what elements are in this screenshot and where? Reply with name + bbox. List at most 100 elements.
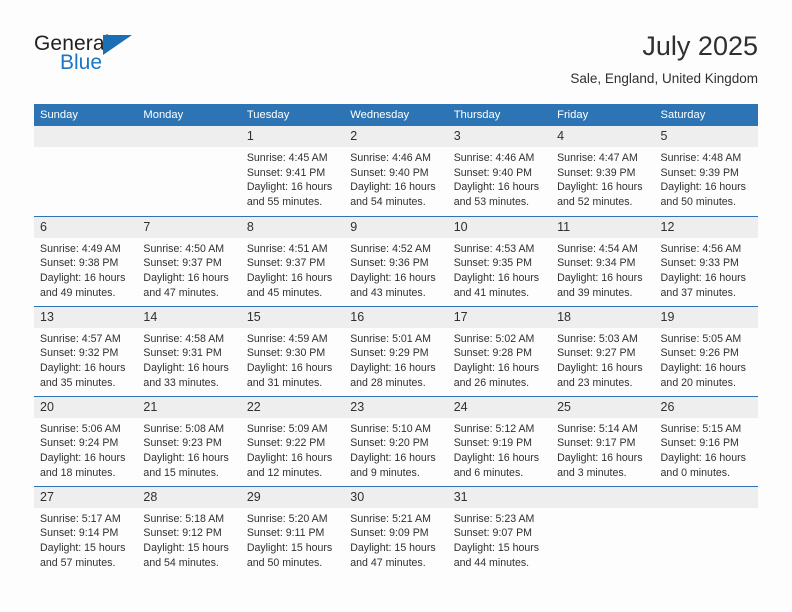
calendar-day-cell[interactable]: 5 Sunrise: 4:48 AM Sunset: 9:39 PM Daylight…: [654, 126, 758, 216]
daylight-text-line1: Daylight: 16 hours: [350, 361, 436, 374]
sunrise-text: Sunrise: 4:49 AM: [40, 242, 121, 255]
calendar-day-cell[interactable]: 30 Sunrise: 5:21 AM Sunset: 9:09 PM Dayligh…: [344, 485, 448, 576]
weekday-header-thursday: Thursday: [447, 104, 552, 126]
calendar-day-cell[interactable]: 12 Sunrise: 4:56 AM Sunset: 9:33 PM Dayligh…: [654, 215, 758, 306]
calendar-day-cell[interactable]: 3 Sunrise: 4:46 AM Sunset: 9:40 PM Daylight…: [447, 126, 552, 216]
day-details: [551, 508, 654, 512]
calendar-day-cell[interactable]: 1 Sunrise: 4:45 AM Sunset: 9:41 PM Daylight…: [240, 126, 345, 216]
daylight-text-line1: Daylight: 16 hours: [350, 181, 436, 194]
calendar-day-cell[interactable]: 4 Sunrise: 4:47 AM Sunset: 9:39 PM Daylight…: [551, 126, 655, 216]
daylight-text-line2: and 35 minutes.: [40, 376, 116, 389]
day-details: Sunrise: 5:15 AM Sunset: 9:16 PM Daylight:…: [655, 418, 758, 481]
sunset-text: Sunset: 9:16 PM: [660, 437, 739, 450]
daylight-text-line2: and 6 minutes.: [453, 466, 524, 479]
weekday-header-sunday: Sunday: [34, 104, 138, 126]
calendar-day-cell[interactable]: 9 Sunrise: 4:52 AM Sunset: 9:36 PM Daylight…: [344, 215, 448, 306]
daylight-text-line2: and 43 minutes.: [350, 286, 426, 299]
daylight-text-line2: and 45 minutes.: [246, 286, 323, 299]
sunrise-text: Sunrise: 4:48 AM: [660, 152, 742, 164]
sunrise-text: Sunrise: 5:08 AM: [143, 422, 225, 435]
calendar-day-cell[interactable]: 7 Sunrise: 4:50 AM Sunset: 9:37 PM Daylight…: [137, 215, 241, 306]
day-number: 1: [240, 126, 345, 147]
daylight-text-line1: Daylight: 16 hours: [557, 361, 643, 374]
weekday-header-friday: Friday: [551, 104, 655, 126]
daylight-text-line1: Daylight: 16 hours: [350, 271, 436, 284]
sunset-text: Sunset: 9:19 PM: [453, 437, 533, 450]
general-blue-logo[interactable]: General Blue: [34, 32, 254, 90]
calendar-day-cell[interactable]: 14 Sunrise: 4:58 AM Sunset: 9:31 PM Dayligh…: [137, 305, 241, 396]
calendar-day-cell[interactable]: 17 Sunrise: 5:02 AM Sunset: 9:28 PM Dayligh…: [447, 305, 552, 396]
day-number: 15: [240, 306, 345, 328]
day-details: Sunrise: 4:58 AM Sunset: 9:31 PM Daylight:…: [137, 328, 240, 391]
calendar-day-cell[interactable]: 20 Sunrise: 5:06 AM Sunset: 9:24 PM Dayligh…: [34, 395, 138, 486]
sunrise-text: Sunrise: 5:23 AM: [453, 512, 535, 525]
sunrise-text: Sunrise: 5:01 AM: [350, 332, 431, 345]
daylight-text-line2: and 12 minutes.: [246, 466, 323, 479]
calendar-day-cell[interactable]: 26 Sunrise: 5:15 AM Sunset: 9:16 PM Dayligh…: [654, 395, 758, 486]
sunrise-text: Sunrise: 4:58 AM: [143, 332, 225, 345]
calendar-day-cell[interactable]: 31 Sunrise: 5:23 AM Sunset: 9:07 PM Dayligh…: [447, 485, 552, 576]
daylight-text-line2: and 47 minutes.: [350, 556, 426, 569]
daylight-text-line1: Daylight: 16 hours: [40, 271, 126, 284]
sunset-text: Sunset: 9:40 PM: [350, 166, 429, 179]
calendar-day-cell[interactable]: 15 Sunrise: 4:59 AM Sunset: 9:30 PM Dayligh…: [240, 305, 345, 396]
day-number: 24: [447, 396, 552, 418]
calendar-day-cell[interactable]: 23 Sunrise: 5:10 AM Sunset: 9:20 PM Dayligh…: [344, 395, 448, 486]
weekday-header-saturday: Saturday: [654, 104, 758, 126]
daylight-text-line2: and 55 minutes.: [246, 196, 323, 209]
calendar-day-cell[interactable]: 11 Sunrise: 4:54 AM Sunset: 9:34 PM Dayligh…: [551, 215, 655, 306]
daylight-text-line1: Daylight: 16 hours: [453, 451, 540, 464]
day-details: Sunrise: 4:46 AM Sunset: 9:40 PM Daylight:…: [344, 147, 447, 210]
calendar-day-cell[interactable]: 6 Sunrise: 4:49 AM Sunset: 9:38 PM Daylight…: [34, 215, 138, 306]
calendar-day-cell[interactable]: 13 Sunrise: 4:57 AM Sunset: 9:32 PM Dayligh…: [34, 305, 138, 396]
daylight-text-line2: and 23 minutes.: [557, 376, 633, 389]
calendar-day-cell[interactable]: 19 Sunrise: 5:05 AM Sunset: 9:26 PM Dayligh…: [654, 305, 758, 396]
daylight-text-line1: Daylight: 15 hours: [246, 541, 333, 554]
daylight-text-line1: Daylight: 16 hours: [246, 271, 333, 284]
title-block: July 2025 Sale, England, United Kingdom: [570, 30, 758, 87]
sunrise-text: Sunrise: 4:54 AM: [557, 242, 638, 255]
calendar-day-cell[interactable]: 27 Sunrise: 5:17 AM Sunset: 9:14 PM Dayligh…: [34, 485, 138, 576]
calendar-day-cell[interactable]: 22 Sunrise: 5:09 AM Sunset: 9:22 PM Dayligh…: [240, 395, 345, 486]
sunset-text: Sunset: 9:26 PM: [660, 347, 739, 360]
weekday-header-wednesday: Wednesday: [344, 104, 448, 126]
page-header: General Blue July 2025 Sale, England, Un…: [34, 30, 758, 98]
calendar-day-cell[interactable]: 16 Sunrise: 5:01 AM Sunset: 9:29 PM Dayligh…: [344, 305, 448, 396]
calendar-day-cell[interactable]: 29 Sunrise: 5:20 AM Sunset: 9:11 PM Dayligh…: [240, 485, 345, 576]
daylight-text-line2: and 41 minutes.: [453, 286, 530, 299]
page-title: July 2025: [642, 31, 758, 61]
daylight-text-line1: Daylight: 15 hours: [143, 541, 229, 554]
sunrise-text: Sunrise: 4:47 AM: [557, 152, 638, 164]
daylight-text-line2: and 54 minutes.: [350, 196, 426, 209]
calendar-day-cell[interactable]: 28 Sunrise: 5:18 AM Sunset: 9:12 PM Dayligh…: [137, 485, 241, 576]
weekday-header-tuesday: Tuesday: [240, 104, 345, 126]
daylight-text-line2: and 54 minutes.: [143, 556, 219, 569]
day-number: 23: [344, 396, 448, 418]
day-details: Sunrise: 5:17 AM Sunset: 9:14 PM Daylight:…: [34, 508, 137, 571]
daylight-text-line1: Daylight: 16 hours: [246, 451, 333, 464]
day-number: 6: [34, 216, 138, 238]
calendar-day-cell[interactable]: 8 Sunrise: 4:51 AM Sunset: 9:37 PM Daylight…: [240, 215, 345, 306]
daylight-text-line2: and 33 minutes.: [143, 376, 219, 389]
calendar-day-cell[interactable]: 18 Sunrise: 5:03 AM Sunset: 9:27 PM Dayligh…: [551, 305, 655, 396]
day-number: 27: [34, 486, 138, 508]
day-number: [34, 126, 138, 147]
day-details: Sunrise: 4:52 AM Sunset: 9:36 PM Daylight:…: [344, 238, 447, 301]
daylight-text-line1: Daylight: 16 hours: [660, 181, 746, 194]
calendar-day-cell[interactable]: 25 Sunrise: 5:14 AM Sunset: 9:17 PM Dayligh…: [551, 395, 655, 486]
sunset-text: Sunset: 9:31 PM: [143, 347, 222, 360]
day-number: 14: [137, 306, 241, 328]
calendar-day-cell[interactable]: 10 Sunrise: 4:53 AM Sunset: 9:35 PM Dayligh…: [447, 215, 552, 306]
sunset-text: Sunset: 9:24 PM: [40, 437, 119, 450]
calendar-day-cell[interactable]: 2 Sunrise: 4:46 AM Sunset: 9:40 PM Daylight…: [344, 126, 448, 216]
sunset-text: Sunset: 9:41 PM: [246, 166, 326, 179]
calendar-day-cell[interactable]: 21 Sunrise: 5:08 AM Sunset: 9:23 PM Dayligh…: [137, 395, 241, 486]
day-details: Sunrise: 5:10 AM Sunset: 9:20 PM Daylight:…: [344, 418, 447, 481]
calendar-day-cell[interactable]: 24 Sunrise: 5:12 AM Sunset: 9:19 PM Dayligh…: [447, 395, 552, 486]
daylight-text-line2: and 57 minutes.: [40, 556, 116, 569]
logo-triangle-icon: [103, 35, 132, 55]
daylight-text-line1: Daylight: 16 hours: [350, 451, 436, 464]
day-details: Sunrise: 5:05 AM Sunset: 9:26 PM Daylight:…: [655, 328, 758, 391]
sunset-text: Sunset: 9:30 PM: [246, 347, 326, 360]
day-details: Sunrise: 4:49 AM Sunset: 9:38 PM Daylight:…: [34, 238, 137, 301]
